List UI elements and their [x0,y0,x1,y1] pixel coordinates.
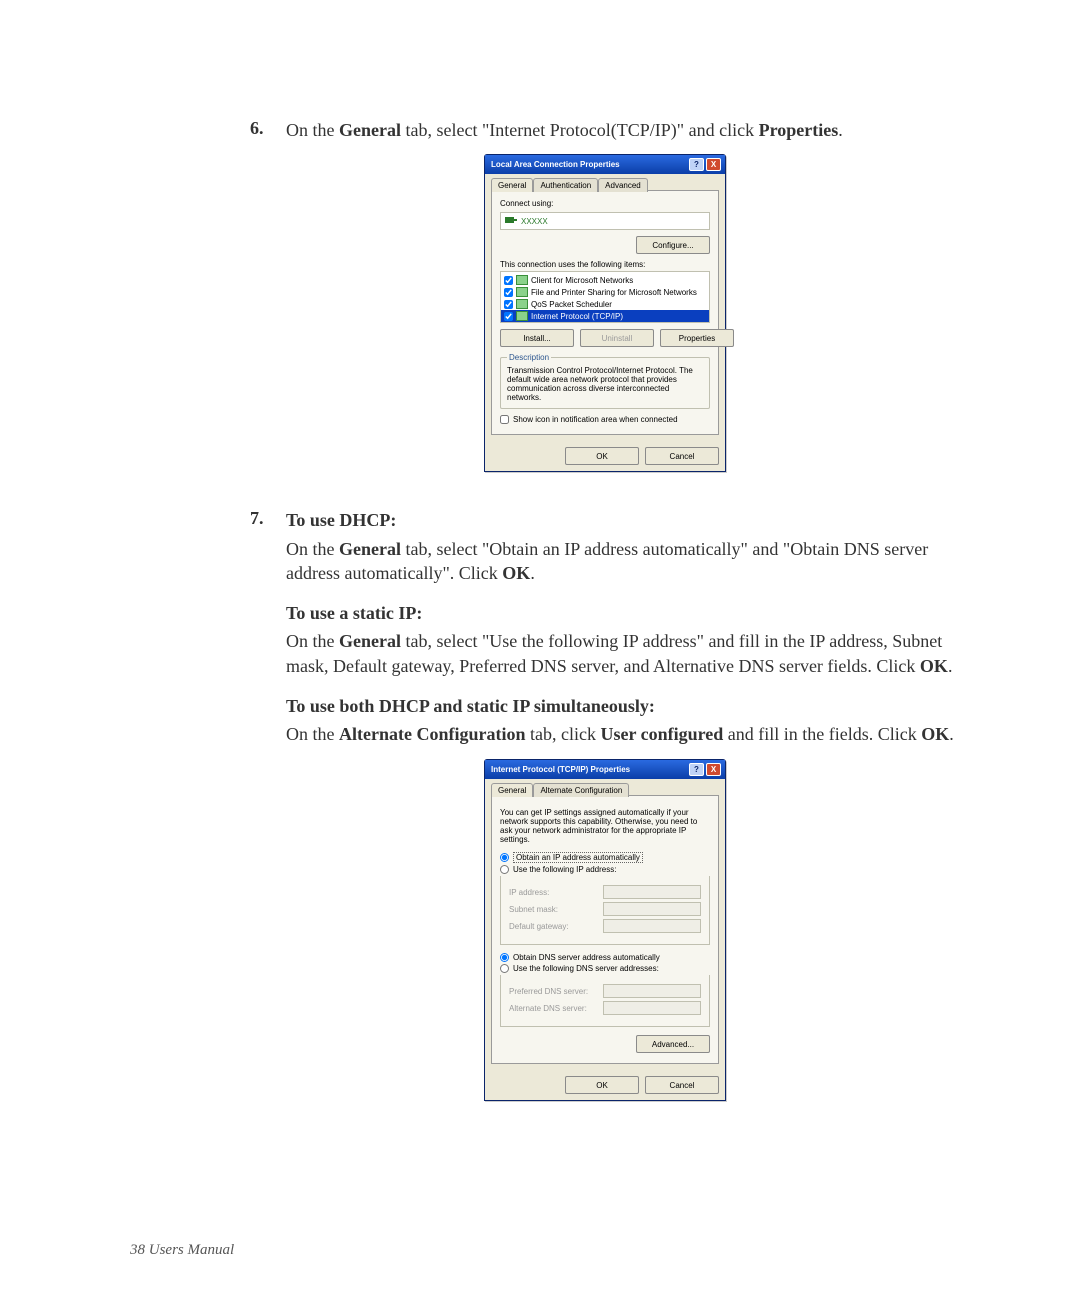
subnet-mask-input[interactable] [603,902,701,916]
cancel-button[interactable]: Cancel [645,447,719,465]
step-7-number: 7. [250,508,286,532]
step-7-heading-static: To use a static IP: [286,601,960,625]
list-item-label: Internet Protocol (TCP/IP) [531,312,623,321]
dialog-lan-properties: Local Area Connection Properties ? X Gen… [484,154,726,472]
ip-address-input[interactable] [603,885,701,899]
list-item[interactable]: File and Printer Sharing for Microsoft N… [501,286,709,298]
radio-obtain-dns-auto[interactable]: Obtain DNS server address automatically [500,953,710,962]
nic-icon [505,215,517,227]
list-item[interactable]: QoS Packet Scheduler [501,298,709,310]
step-7-heading-both: To use both DHCP and static IP simultane… [286,694,960,718]
list-item-label: QoS Packet Scheduler [531,300,612,309]
dialog1-title: Local Area Connection Properties [491,160,689,169]
step-6-text: On the General tab, select "Internet Pro… [286,118,960,142]
item-checkbox[interactable] [504,300,513,309]
radio-use-following-ip[interactable]: Use the following IP address: [500,865,710,874]
step-6: 6. On the General tab, select "Internet … [250,118,960,142]
item-checkbox[interactable] [504,312,513,321]
intro-text: You can get IP settings assigned automat… [500,808,710,845]
dialog2-tabs: General Alternate Configuration [491,782,719,796]
item-checkbox[interactable] [504,288,513,297]
protocol-icon [516,311,528,321]
alternate-dns-input[interactable] [603,1001,701,1015]
close-button[interactable]: X [706,763,721,776]
page-footer: 38 Users Manual [130,1242,234,1259]
configure-button[interactable]: Configure... [636,236,710,254]
radio-obtain-ip-auto[interactable]: Obtain an IP address automatically [500,852,710,863]
step-7-dhcp-text: On the General tab, select "Obtain an IP… [286,537,960,586]
install-button[interactable]: Install... [500,329,574,347]
step-6-number: 6. [250,118,286,142]
dialog1-tabs: General Authentication Advanced [491,177,719,191]
description-legend: Description [507,353,551,362]
item-checkbox[interactable] [504,276,513,285]
radio-label: Obtain an IP address automatically [513,852,643,863]
show-icon-label: Show icon in notification area when conn… [513,415,678,424]
tab-authentication[interactable]: Authentication [533,178,598,192]
step-7-heading-dhcp: To use DHCP: [286,508,960,532]
radio-use-following-dns[interactable]: Use the following DNS server addresses: [500,964,710,973]
step-7-both-text: On the Alternate Configuration tab, clic… [286,722,960,746]
ip-address-label: IP address: [509,888,603,897]
alternate-dns-label: Alternate DNS server: [509,1004,603,1013]
cancel-button[interactable]: Cancel [645,1076,719,1094]
preferred-dns-input[interactable] [603,984,701,998]
subnet-mask-label: Subnet mask: [509,905,603,914]
adapter-field: XXXXX [500,212,710,230]
adapter-name: XXXXX [521,217,548,226]
radio-label: Obtain DNS server address automatically [513,953,660,962]
default-gateway-label: Default gateway: [509,922,603,931]
connect-using-label: Connect using: [500,199,710,208]
ok-button[interactable]: OK [565,1076,639,1094]
items-list-label: This connection uses the following items… [500,260,710,269]
help-button[interactable]: ? [689,763,704,776]
radio-input[interactable] [500,865,509,874]
dialog1-titlebar: Local Area Connection Properties ? X [485,155,725,174]
service-icon [516,275,528,285]
list-item-label: File and Printer Sharing for Microsoft N… [531,288,697,297]
tab-alternate-configuration[interactable]: Alternate Configuration [533,783,629,797]
step-7-static-text: On the General tab, select "Use the foll… [286,629,960,678]
list-item-selected[interactable]: Internet Protocol (TCP/IP) [501,310,709,322]
help-button[interactable]: ? [689,158,704,171]
step-7: 7. To use DHCP: [250,508,960,532]
default-gateway-input[interactable] [603,919,701,933]
radio-input[interactable] [500,964,509,973]
radio-input[interactable] [500,953,509,962]
advanced-button[interactable]: Advanced... [636,1035,710,1053]
description-group: Description Transmission Control Protoco… [500,353,710,409]
radio-input[interactable] [500,853,509,862]
tab-general[interactable]: General [491,178,533,192]
dialog-tcpip-properties: Internet Protocol (TCP/IP) Properties ? … [484,759,726,1102]
ok-button[interactable]: OK [565,447,639,465]
dialog2-title: Internet Protocol (TCP/IP) Properties [491,765,689,774]
show-icon-checkbox[interactable] [500,415,509,424]
tab-general[interactable]: General [491,783,533,797]
dialog2-titlebar: Internet Protocol (TCP/IP) Properties ? … [485,760,725,779]
list-item[interactable]: Client for Microsoft Networks [501,274,709,286]
preferred-dns-label: Preferred DNS server: [509,987,603,996]
radio-label: Use the following IP address: [513,865,616,874]
connection-items-list[interactable]: Client for Microsoft Networks File and P… [500,271,710,323]
tab-advanced[interactable]: Advanced [598,178,648,192]
service-icon [516,299,528,309]
close-button[interactable]: X [706,158,721,171]
list-item-label: Client for Microsoft Networks [531,276,633,285]
service-icon [516,287,528,297]
uninstall-button[interactable]: Uninstall [580,329,654,347]
radio-label: Use the following DNS server addresses: [513,964,659,973]
properties-button[interactable]: Properties [660,329,734,347]
description-text: Transmission Control Protocol/Internet P… [507,366,703,402]
